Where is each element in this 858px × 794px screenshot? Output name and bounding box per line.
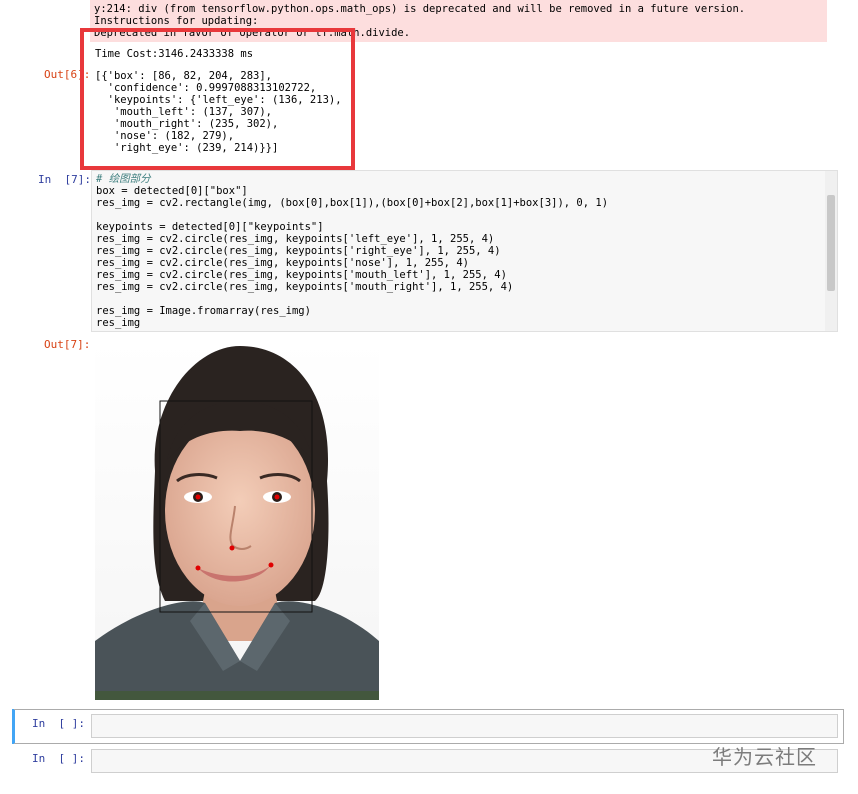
code-line: res_img = cv2.circle(res_img, keypoints[… bbox=[96, 269, 507, 281]
code-line: res_img = cv2.circle(res_img, keypoints[… bbox=[96, 281, 514, 293]
code-line: box = detected[0]["box"] bbox=[96, 185, 248, 197]
code-line: res_img = Image.fromarray(res_img) bbox=[96, 305, 311, 317]
empty-cell-prompt: In [ ]: bbox=[32, 717, 85, 730]
scrollbar-thumb[interactable] bbox=[827, 195, 835, 291]
code-line: res_img bbox=[96, 317, 141, 329]
code-line: res_img = cv2.circle(res_img, keypoints[… bbox=[96, 233, 495, 245]
code-line: res_img = cv2.rectangle(img, (box[0],box… bbox=[96, 197, 609, 209]
warning-line-1: y:214: div (from tensorflow.python.ops.m… bbox=[94, 3, 746, 15]
code-line: res_img = cv2.circle(res_img, keypoints[… bbox=[96, 257, 469, 269]
vertical-scrollbar[interactable] bbox=[825, 171, 837, 331]
code-line: keypoints = detected[0]["keypoints"] bbox=[96, 221, 324, 233]
code-cell-7[interactable]: # 绘图部分 box = detected[0]["box"] res_img … bbox=[91, 170, 838, 332]
out7-prompt: Out[7]: bbox=[44, 338, 91, 351]
code-line: # 绘图部分 bbox=[96, 173, 151, 185]
highlight-annotation-box bbox=[80, 28, 355, 170]
face-detection-output-image bbox=[95, 341, 379, 700]
empty-code-cell-1[interactable] bbox=[91, 714, 838, 738]
in7-prompt: In [7]: bbox=[38, 173, 91, 186]
code-line: res_img = cv2.circle(res_img, keypoints[… bbox=[96, 245, 501, 257]
empty-cell-prompt: In [ ]: bbox=[32, 752, 85, 765]
warning-line-2: Instructions for updating: bbox=[94, 15, 259, 27]
watermark-text: 华为云社区 bbox=[712, 745, 817, 769]
